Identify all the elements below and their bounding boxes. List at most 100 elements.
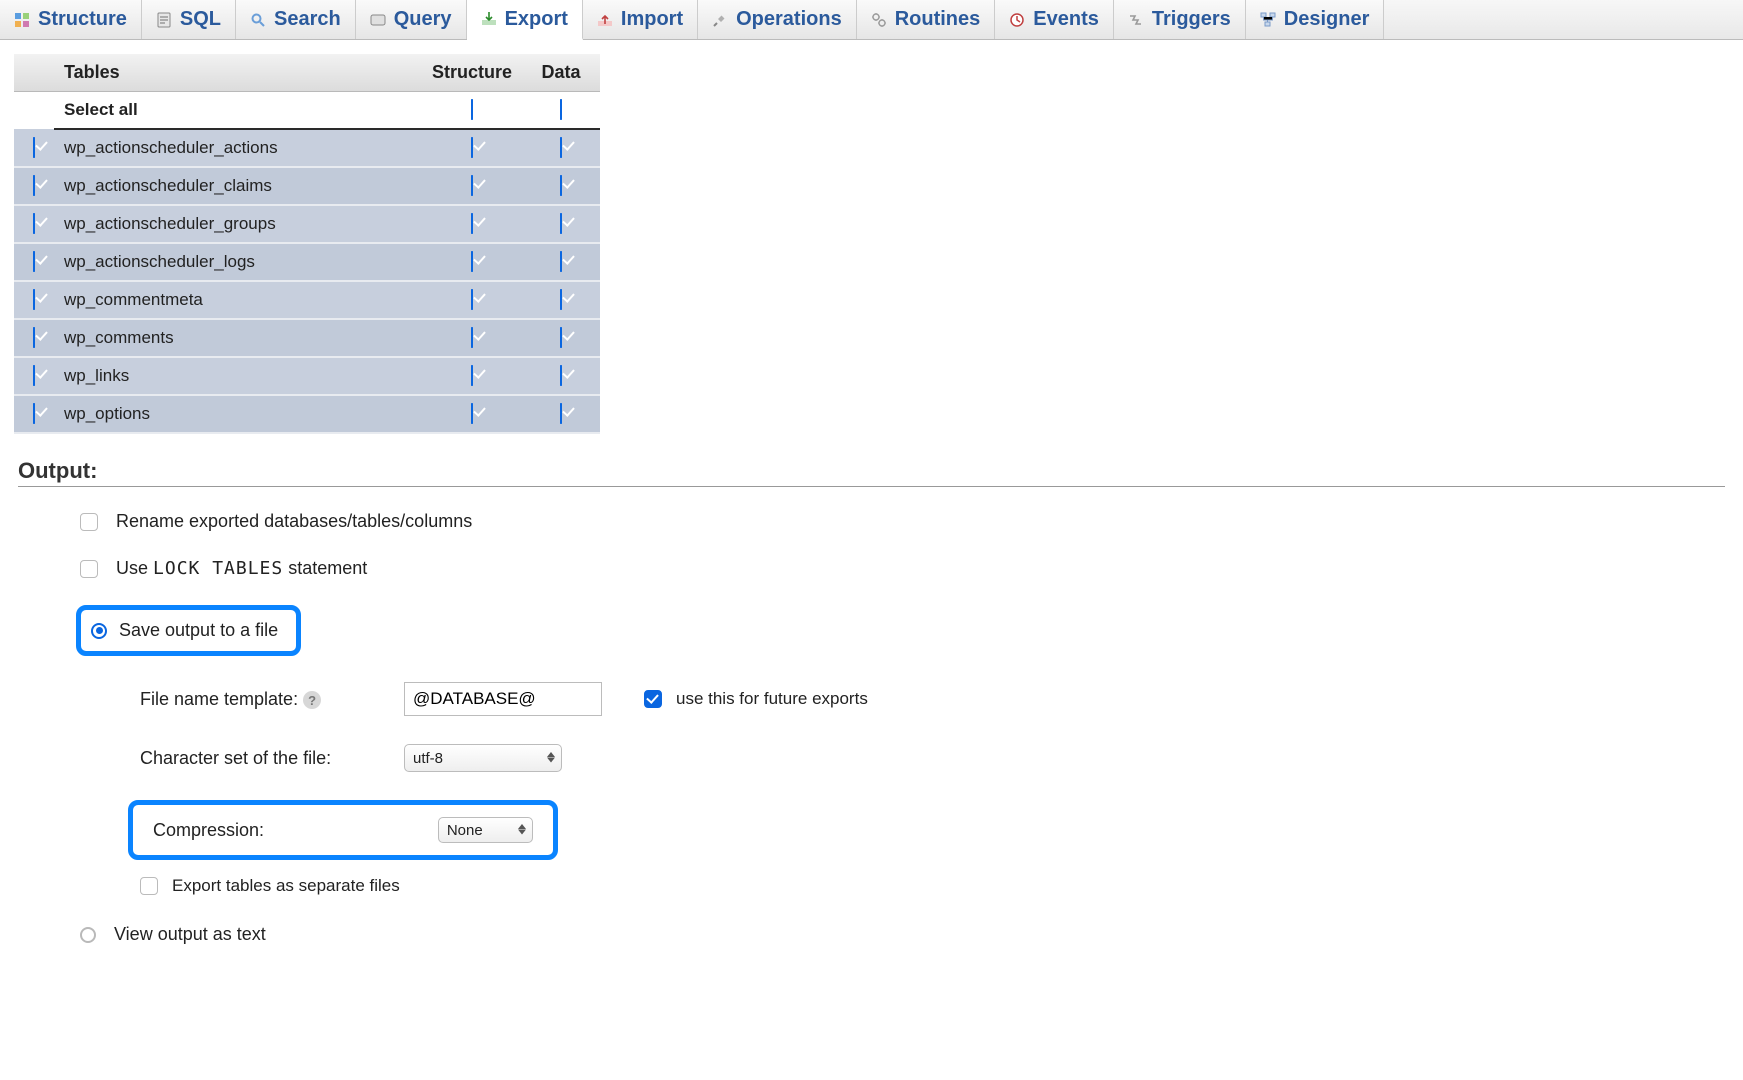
- row-select-checkbox[interactable]: [33, 213, 35, 234]
- tables-panel: Tables Structure Data Select all wp_acti…: [0, 40, 614, 434]
- view-as-text-radio[interactable]: [80, 927, 96, 943]
- row-select-checkbox[interactable]: [33, 289, 35, 310]
- top-tabs: Structure SQL Search Query Export Import Opera…: [0, 0, 1743, 40]
- help-icon[interactable]: ?: [303, 691, 321, 709]
- operations-icon: [712, 12, 728, 28]
- col-tables: Tables: [54, 54, 422, 92]
- tab-label: Import: [621, 8, 683, 31]
- data-checkbox[interactable]: [560, 327, 562, 348]
- table-name: wp_commentmeta: [54, 281, 422, 319]
- lock-tables-checkbox[interactable]: [80, 560, 98, 578]
- output-section: Output: Rename exported databases/tables…: [0, 434, 1743, 1011]
- tab-events[interactable]: Events: [995, 0, 1114, 39]
- structure-checkbox[interactable]: [471, 365, 473, 386]
- tab-operations[interactable]: Operations: [698, 0, 857, 39]
- table-name: wp_actionscheduler_actions: [54, 129, 422, 167]
- table-row: wp_actionscheduler_actions: [14, 129, 600, 167]
- structure-checkbox[interactable]: [471, 403, 473, 424]
- tab-export[interactable]: Export: [467, 0, 583, 40]
- save-to-file-highlight: Save output to a file: [76, 605, 301, 656]
- table-name: wp_links: [54, 357, 422, 395]
- filename-template-input[interactable]: [404, 682, 602, 716]
- tab-triggers[interactable]: Triggers: [1114, 0, 1246, 39]
- designer-icon: [1260, 12, 1276, 28]
- select-all-data-checkbox[interactable]: [560, 99, 562, 120]
- lock-tables-label: Use LOCK TABLES statement: [116, 558, 367, 579]
- row-select-checkbox[interactable]: [33, 251, 35, 272]
- table-row: wp_options: [14, 395, 600, 433]
- select-all-label: Select all: [54, 92, 422, 130]
- structure-icon: [14, 12, 30, 28]
- col-structure: Structure: [422, 54, 522, 92]
- import-icon: [597, 12, 613, 28]
- data-checkbox[interactable]: [560, 289, 562, 310]
- tab-label: Triggers: [1152, 8, 1231, 31]
- table-name: wp_actionscheduler_groups: [54, 205, 422, 243]
- structure-checkbox[interactable]: [471, 213, 473, 234]
- data-checkbox[interactable]: [560, 175, 562, 196]
- export-separate-label: Export tables as separate files: [172, 876, 400, 896]
- tab-label: Operations: [736, 8, 842, 31]
- row-select-checkbox[interactable]: [33, 137, 35, 158]
- row-select-checkbox[interactable]: [33, 175, 35, 196]
- save-to-file-label: Save output to a file: [119, 620, 278, 641]
- future-exports-label: use this for future exports: [676, 689, 868, 709]
- table-name: wp_actionscheduler_claims: [54, 167, 422, 205]
- export-separate-checkbox[interactable]: [140, 877, 158, 895]
- rename-label: Rename exported databases/tables/columns: [116, 511, 472, 532]
- compression-label: Compression:: [153, 820, 400, 841]
- table-name: wp_actionscheduler_logs: [54, 243, 422, 281]
- structure-checkbox[interactable]: [471, 289, 473, 310]
- query-icon: [370, 12, 386, 28]
- tables-grid: Tables Structure Data Select all wp_acti…: [14, 54, 600, 434]
- tab-label: SQL: [180, 8, 221, 31]
- data-checkbox[interactable]: [560, 403, 562, 424]
- future-exports-checkbox[interactable]: [644, 690, 662, 708]
- structure-checkbox[interactable]: [471, 175, 473, 196]
- tab-label: Designer: [1284, 8, 1370, 31]
- table-row: wp_actionscheduler_groups: [14, 205, 600, 243]
- sql-icon: [156, 12, 172, 28]
- charset-label: Character set of the file:: [140, 748, 390, 769]
- tab-routines[interactable]: Routines: [857, 0, 996, 39]
- data-checkbox[interactable]: [560, 251, 562, 272]
- table-row: wp_actionscheduler_claims: [14, 167, 600, 205]
- row-select-checkbox[interactable]: [33, 365, 35, 386]
- structure-checkbox[interactable]: [471, 137, 473, 158]
- structure-checkbox[interactable]: [471, 327, 473, 348]
- row-select-checkbox[interactable]: [33, 327, 35, 348]
- table-row: wp_links: [14, 357, 600, 395]
- filename-template-label: File name template: ?: [140, 689, 390, 710]
- tab-label: Query: [394, 8, 452, 31]
- compression-select[interactable]: None: [438, 817, 533, 843]
- tab-sql[interactable]: SQL: [142, 0, 236, 39]
- tab-label: Export: [505, 8, 568, 31]
- tab-query[interactable]: Query: [356, 0, 467, 39]
- col-checkbox: [14, 54, 54, 92]
- data-checkbox[interactable]: [560, 365, 562, 386]
- table-name: wp_options: [54, 395, 422, 433]
- export-icon: [481, 11, 497, 27]
- select-all-structure-checkbox[interactable]: [471, 99, 473, 120]
- tab-search[interactable]: Search: [236, 0, 356, 39]
- tab-label: Structure: [38, 8, 127, 31]
- tab-label: Search: [274, 8, 341, 31]
- tab-designer[interactable]: Designer: [1246, 0, 1385, 39]
- save-to-file-radio[interactable]: [91, 623, 107, 639]
- events-icon: [1009, 12, 1025, 28]
- rename-checkbox[interactable]: [80, 513, 98, 531]
- search-icon: [250, 12, 266, 28]
- table-row: wp_comments: [14, 319, 600, 357]
- tab-import[interactable]: Import: [583, 0, 698, 39]
- tab-structure[interactable]: Structure: [0, 0, 142, 39]
- output-heading: Output:: [18, 458, 1725, 487]
- charset-select[interactable]: utf-8: [404, 744, 562, 772]
- data-checkbox[interactable]: [560, 137, 562, 158]
- table-row: wp_commentmeta: [14, 281, 600, 319]
- table-row: wp_actionscheduler_logs: [14, 243, 600, 281]
- data-checkbox[interactable]: [560, 213, 562, 234]
- row-select-checkbox[interactable]: [33, 403, 35, 424]
- structure-checkbox[interactable]: [471, 251, 473, 272]
- view-as-text-label: View output as text: [114, 924, 266, 945]
- triggers-icon: [1128, 12, 1144, 28]
